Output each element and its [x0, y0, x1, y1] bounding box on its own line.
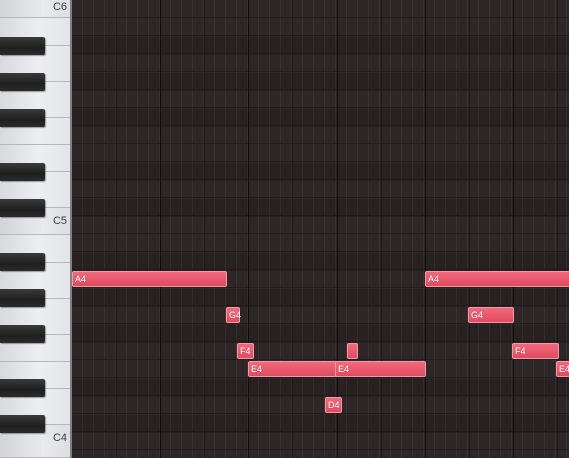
note-g4[interactable]: G4: [468, 307, 514, 323]
note-label: A4: [75, 274, 87, 284]
beat-line: [557, 0, 558, 458]
note-label: E4: [559, 364, 569, 374]
grid-row-black: [72, 163, 569, 181]
note-label: E4: [338, 364, 350, 374]
note-a4[interactable]: A4: [425, 271, 569, 287]
grid-row-black: [72, 325, 569, 343]
octave-label-c6: C6: [52, 1, 67, 13]
black-key-a-sharp-5[interactable]: [0, 37, 45, 55]
note-label: E4: [251, 364, 263, 374]
piano-keyboard: C6 C5 C4: [0, 0, 72, 458]
octave-label-c5: C5: [52, 215, 67, 227]
note-f4[interactable]: F4: [512, 343, 559, 359]
octave-label-c4: C4: [52, 432, 67, 444]
note-e4[interactable]: E4: [335, 361, 426, 377]
grid-row-black: [72, 415, 569, 433]
black-key-f-sharp-4[interactable]: [0, 325, 45, 343]
piano-roll-editor: C6 C5 C4 A4 A4 G4 G4 F4 F4 E4 E4 E4 D4: [0, 0, 569, 458]
grid-row-black: [72, 289, 569, 307]
black-key-d-sharp-5[interactable]: [0, 163, 45, 181]
bar-line: [160, 0, 161, 458]
bar-line: [248, 0, 249, 458]
black-key-g-sharp-4[interactable]: [0, 289, 45, 307]
bar-line: [337, 0, 338, 458]
note-label: F4: [240, 346, 251, 356]
note-label: A4: [428, 274, 440, 284]
black-key-d-sharp-4[interactable]: [0, 379, 45, 397]
bar-line: [425, 0, 426, 458]
black-key-c-sharp-4[interactable]: [0, 415, 45, 433]
note-d4[interactable]: D4: [325, 397, 342, 413]
grid-row-black: [72, 109, 569, 127]
black-key-c-sharp-5[interactable]: [0, 199, 45, 217]
note-label: G4: [471, 310, 484, 320]
black-key-g-sharp-5[interactable]: [0, 73, 45, 91]
note-grid[interactable]: A4 A4 G4 G4 F4 F4 E4 E4 E4 D4: [72, 0, 569, 458]
note-label: D4: [328, 400, 340, 410]
grid-row-black: [72, 379, 569, 397]
note-g4[interactable]: G4: [226, 307, 242, 323]
white-key-c6[interactable]: C6: [0, 0, 70, 18]
bar-line: [513, 0, 514, 458]
note-f4[interactable]: F4: [237, 343, 254, 359]
note-a4[interactable]: A4: [72, 271, 227, 287]
note-e4[interactable]: E4: [556, 361, 569, 377]
black-key-a-sharp-4[interactable]: [0, 253, 45, 271]
note-f4[interactable]: [347, 343, 358, 359]
beat-line: [116, 0, 117, 458]
black-key-f-sharp-5[interactable]: [0, 109, 45, 127]
beat-line: [381, 0, 382, 458]
beat-line: [469, 0, 470, 458]
note-e4[interactable]: E4: [248, 361, 337, 377]
grid-row-black: [72, 37, 569, 55]
note-label: F4: [515, 346, 526, 356]
note-label: G4: [229, 310, 242, 320]
beat-line: [204, 0, 205, 458]
grid-row-black: [72, 199, 569, 217]
grid-row-black: [72, 253, 569, 271]
beat-line: [292, 0, 293, 458]
grid-row-black: [72, 73, 569, 91]
